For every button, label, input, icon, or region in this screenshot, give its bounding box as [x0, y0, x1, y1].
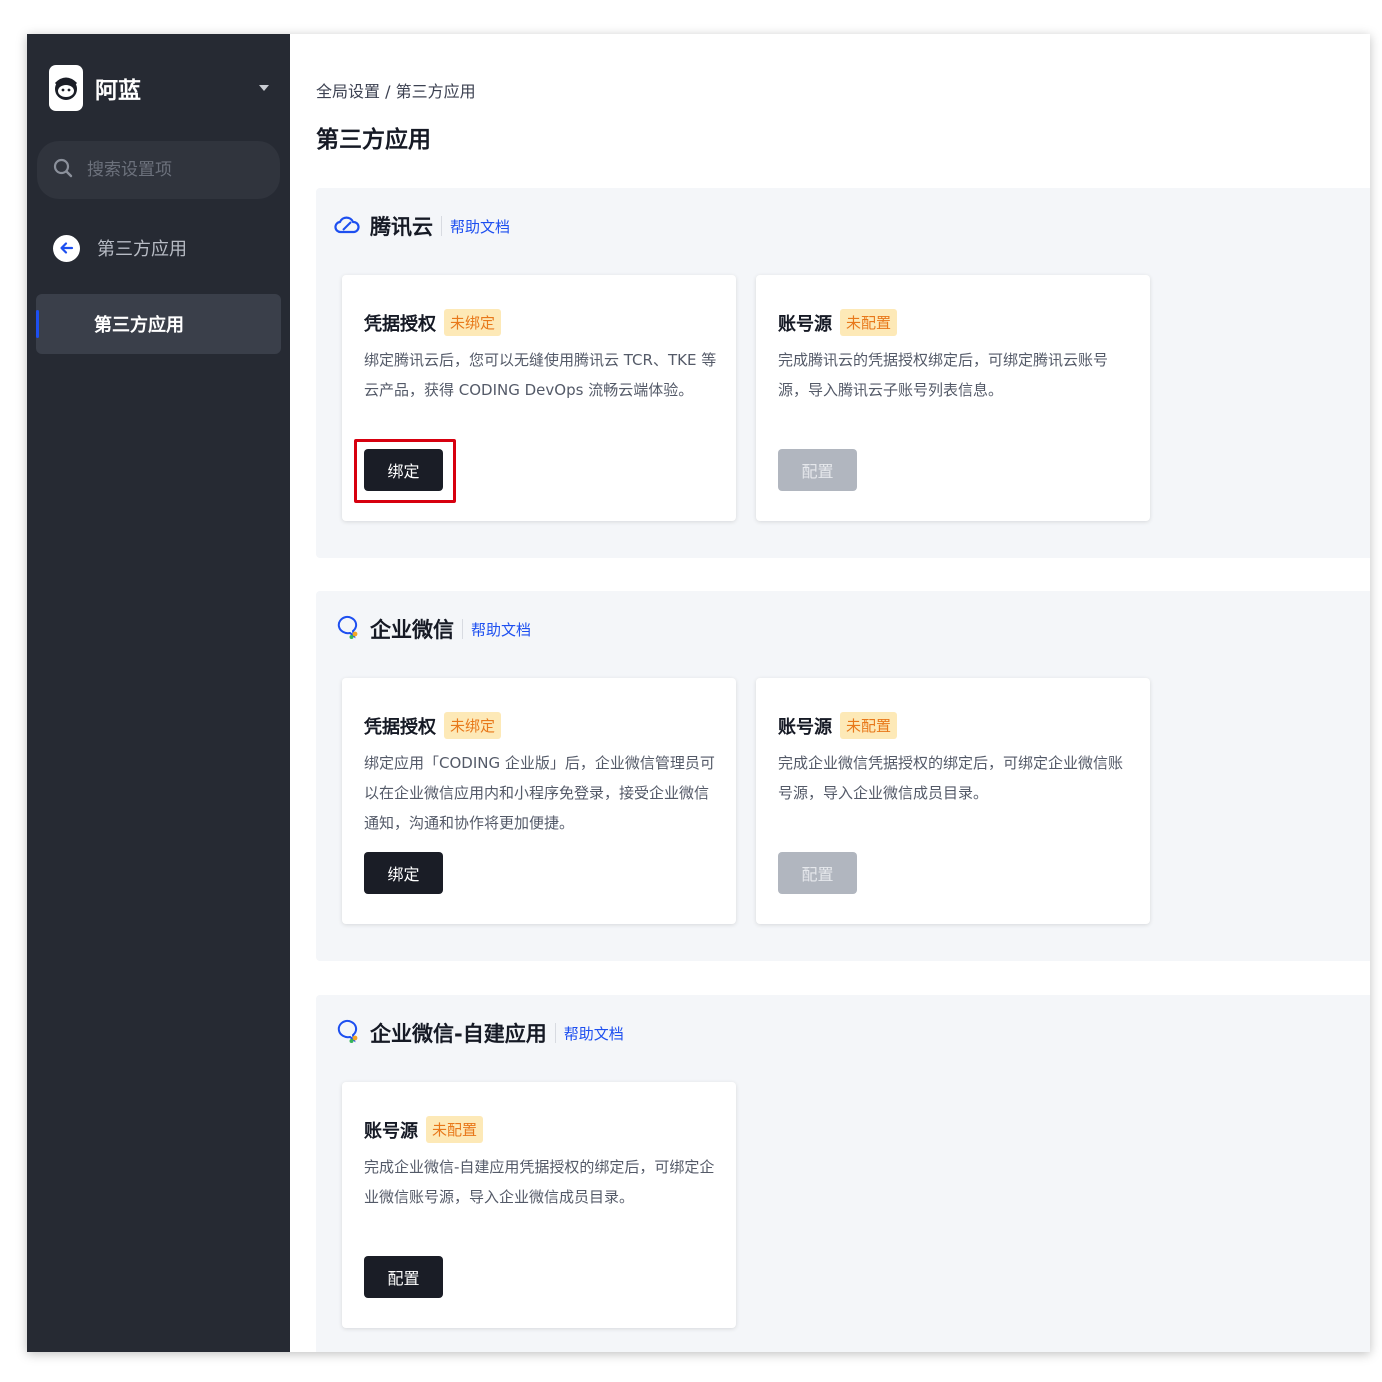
card-account-source: 账号源 未配置 完成企业微信-自建应用凭据授权的绑定后，可绑定企业微信账号源，导…	[342, 1082, 736, 1328]
card-account-source: 账号源 未配置 完成企业微信凭据授权的绑定后，可绑定企业微信账号源，导入企业微信…	[756, 678, 1150, 924]
card-account-source: 账号源 未配置 完成腾讯云的凭据授权绑定后，可绑定腾讯云账号源，导入腾讯云子账号…	[756, 275, 1150, 521]
card-head: 账号源 未配置	[778, 712, 898, 739]
card-description: 完成企业微信凭据授权的绑定后，可绑定企业微信账号源，导入企业微信成员目录。	[778, 754, 1124, 802]
card-title: 凭据授权	[364, 313, 436, 335]
status-badge: 未配置	[840, 309, 898, 336]
section-tencent-cloud: 腾讯云 帮助文档 凭据授权 未绑定 绑定腾讯云后，您可以无缝使用腾讯云 TCR、…	[316, 188, 1370, 558]
status-badge: 未绑定	[444, 309, 502, 336]
divider	[441, 216, 442, 236]
help-docs-link[interactable]: 帮助文档	[564, 1023, 624, 1044]
status-badge: 未绑定	[444, 712, 502, 739]
divider	[462, 619, 463, 639]
card-title: 账号源	[364, 1120, 418, 1142]
status-badge: 未配置	[426, 1116, 484, 1143]
card-description: 完成企业微信-自建应用凭据授权的绑定后，可绑定企业微信账号源，导入企业微信成员目…	[364, 1158, 715, 1206]
card-head: 账号源 未配置	[364, 1116, 484, 1143]
sidebar-item-third-party-apps[interactable]: 第三方应用	[36, 294, 281, 354]
back-button[interactable]: 第三方应用	[53, 231, 187, 265]
help-docs-link[interactable]: 帮助文档	[471, 619, 531, 640]
caret-down-icon	[259, 85, 269, 91]
section-header: 企业微信 帮助文档	[334, 613, 531, 645]
card-title: 账号源	[778, 716, 832, 738]
configure-button[interactable]: 配置	[778, 449, 857, 491]
wecom-icon	[334, 614, 360, 644]
sidebar: 阿蓝 第三方应用 第三方应用	[27, 34, 290, 1352]
card-credential-auth: 凭据授权 未绑定 绑定应用「CODING 企业版」后，企业微信管理员可以在企业微…	[342, 678, 736, 924]
configure-button[interactable]: 配置	[364, 1256, 443, 1298]
search-icon	[53, 158, 73, 182]
wecom-icon	[334, 1018, 360, 1048]
tencent-cloud-icon	[334, 213, 360, 239]
section-wecom-custom-app: 企业微信-自建应用 帮助文档 账号源 未配置 完成企业微信-自建应用凭据授权的绑…	[316, 995, 1370, 1352]
main-content: 全局设置 / 第三方应用 第三方应用 腾讯云 帮助文档 凭据授权 未绑定 绑定腾…	[290, 34, 1370, 1352]
back-label: 第三方应用	[97, 239, 187, 260]
card-head: 凭据授权 未绑定	[364, 712, 502, 739]
breadcrumb: 全局设置 / 第三方应用	[316, 82, 476, 101]
bind-button[interactable]: 绑定	[364, 852, 443, 894]
section-title: 腾讯云	[370, 215, 433, 239]
card-title: 账号源	[778, 313, 832, 335]
arrow-left-icon	[53, 234, 80, 262]
app-window: 阿蓝 第三方应用 第三方应用 全局设置 / 第三方应用 第三方应用	[27, 34, 1370, 1352]
search-input[interactable]	[87, 160, 247, 180]
page-title: 第三方应用	[316, 127, 431, 153]
search-box	[37, 141, 280, 199]
card-credential-auth: 凭据授权 未绑定 绑定腾讯云后，您可以无缝使用腾讯云 TCR、TKE 等云产品，…	[342, 275, 736, 521]
section-wecom: 企业微信 帮助文档 凭据授权 未绑定 绑定应用「CODING 企业版」后，企业微…	[316, 591, 1370, 961]
section-header: 企业微信-自建应用 帮助文档	[334, 1017, 624, 1049]
configure-button[interactable]: 配置	[778, 852, 857, 894]
bind-button[interactable]: 绑定	[364, 449, 443, 491]
help-docs-link[interactable]: 帮助文档	[450, 216, 510, 237]
card-description: 绑定腾讯云后，您可以无缝使用腾讯云 TCR、TKE 等云产品，获得 CODING…	[364, 351, 717, 399]
card-title: 凭据授权	[364, 716, 436, 738]
card-description: 绑定应用「CODING 企业版」后，企业微信管理员可以在企业微信应用内和小程序免…	[364, 754, 715, 832]
divider	[554, 1023, 556, 1043]
section-header: 腾讯云 帮助文档	[334, 210, 510, 242]
avatar-logo-icon	[49, 65, 83, 111]
team-switcher[interactable]: 阿蓝	[49, 64, 269, 112]
status-badge: 未配置	[840, 712, 898, 739]
team-name: 阿蓝	[95, 78, 141, 104]
section-title: 企业微信-自建应用	[370, 1022, 547, 1046]
section-title: 企业微信	[370, 618, 454, 642]
card-head: 账号源 未配置	[778, 309, 898, 336]
card-head: 凭据授权 未绑定	[364, 309, 502, 336]
card-description: 完成腾讯云的凭据授权绑定后，可绑定腾讯云账号源，导入腾讯云子账号列表信息。	[778, 351, 1109, 399]
